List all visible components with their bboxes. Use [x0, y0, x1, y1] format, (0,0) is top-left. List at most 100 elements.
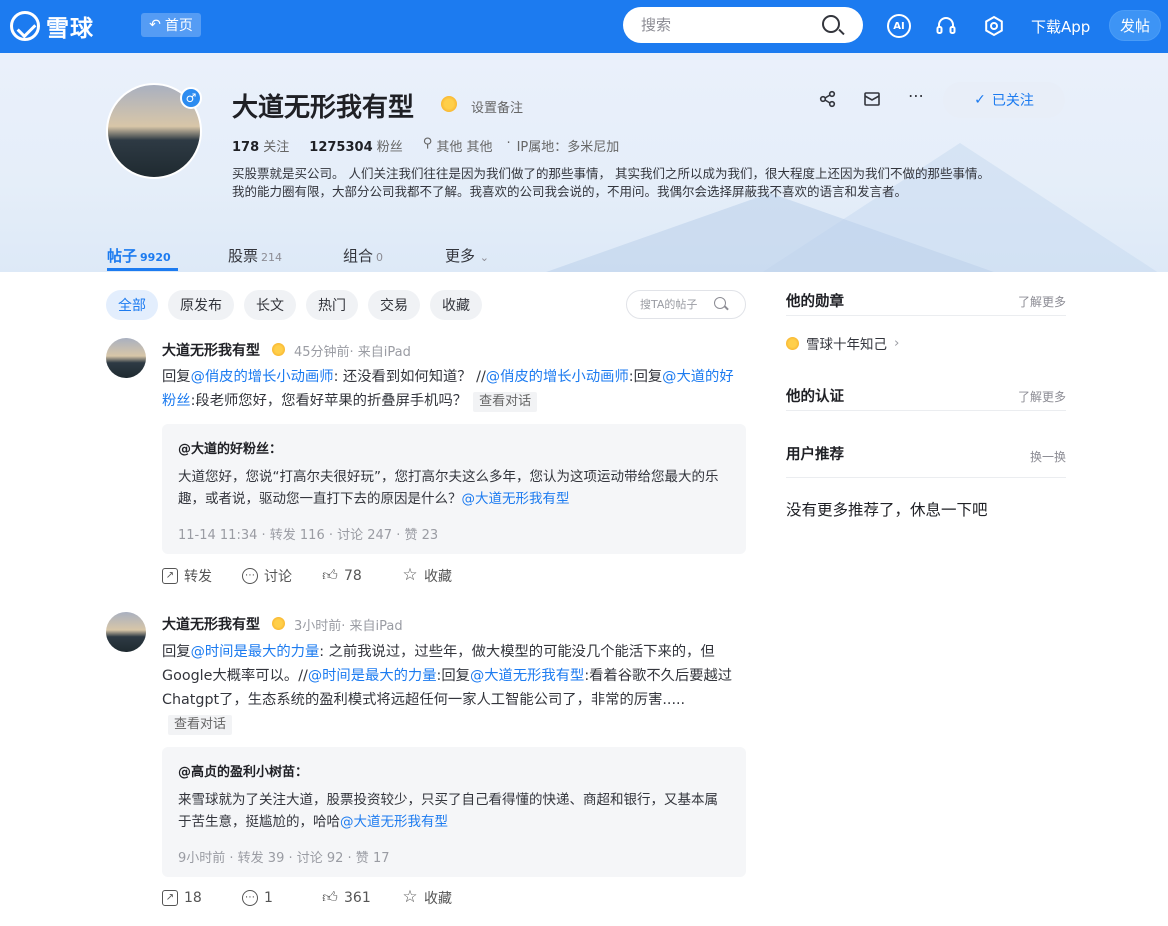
post-avatar[interactable]: [106, 338, 146, 378]
more-options-icon[interactable]: ⋯: [906, 86, 926, 106]
followed-button[interactable]: ✓ 已关注: [943, 82, 1065, 118]
quoted-post[interactable]: @高贞的盈利小树苗： 来雪球就为了关注大道，股票投资较少，只买了自己看得懂的快递…: [162, 747, 746, 877]
search-icon[interactable]: [822, 15, 840, 33]
like-button[interactable]: 👍︎ 78: [322, 566, 402, 586]
settings-gear-icon[interactable]: [982, 14, 1006, 38]
medals-learn-more[interactable]: 了解更多: [1018, 293, 1066, 310]
mention-link[interactable]: @时间是最大的力量: [308, 668, 437, 684]
divider: [786, 315, 1066, 316]
tab-portfolios[interactable]: 组合 0: [343, 245, 383, 266]
filter-hot[interactable]: 热门: [306, 290, 358, 320]
medal-name: 雪球十年知己: [806, 337, 887, 353]
location-pin-icon: ⚲: [422, 136, 433, 151]
post-text-part: :段老师您好，您看好苹果的折叠屏手机吗？: [190, 393, 468, 409]
quoted-post[interactable]: @大道的好粉丝： 大道您好，您说“打高尔夫很好玩”，您打高尔夫这么多年，您认为这…: [162, 424, 746, 554]
chevron-down-icon: ⌄: [479, 251, 490, 264]
ta-search-icon[interactable]: [714, 297, 726, 309]
comment-button[interactable]: ⋯ 1: [242, 888, 322, 908]
cert-learn-more[interactable]: 了解更多: [1018, 388, 1066, 405]
share-icon[interactable]: [818, 90, 838, 110]
message-icon[interactable]: [862, 90, 882, 110]
male-gender-icon: ♂: [180, 87, 202, 109]
profile-tabs: 帖子 9920 股票 214 组合 0 更多 ⌄: [0, 240, 1168, 272]
download-app-link[interactable]: 下载App: [1031, 16, 1090, 37]
following-count: 178: [232, 140, 260, 155]
medal-icon[interactable]: [441, 96, 457, 112]
headset-icon[interactable]: [934, 14, 958, 38]
profile-stats: 178 关注 1275304 粉丝 ⚲ 其他 其他 · IP属地： 多米尼加: [232, 136, 619, 155]
quote-author[interactable]: @大道的好粉丝：: [178, 438, 730, 457]
quote-author[interactable]: @高贞的盈利小树苗：: [178, 761, 730, 780]
followers-stat[interactable]: 1275304 粉丝: [309, 136, 402, 155]
quote-meta: 9小时前 · 转发 39 · 讨论 92 · 赞 17: [178, 851, 390, 866]
quote-text-body: 来雪球就为了关注大道，股票投资较少，只买了自己看得懂的快递、商超和银行，又基本属…: [178, 792, 718, 830]
tab-stocks[interactable]: 股票 214: [228, 245, 282, 266]
post-text-part: : 还没看到如何知道？ //: [333, 369, 486, 385]
filter-trade[interactable]: 交易: [368, 290, 420, 320]
quote-text: 大道您好，您说“打高尔夫很好玩”，您打高尔夫这么多年，您认为这项运动带给您最大的…: [178, 466, 730, 510]
refresh-recommend-button[interactable]: 换一换: [1030, 448, 1066, 465]
ai-assistant-icon[interactable]: AI: [887, 14, 911, 38]
like-count: 78: [344, 568, 362, 584]
repost-label: 转发: [184, 569, 212, 585]
divider: [786, 477, 1066, 478]
quote-text-body: 大道您好，您说“打高尔夫很好玩”，您打高尔夫这么多年，您认为这项运动带给您最大的…: [178, 469, 719, 507]
medal-item[interactable]: 雪球十年知己 ›: [786, 333, 899, 353]
ta-posts-search-input[interactable]: [626, 290, 746, 319]
following-stat[interactable]: 178 关注: [232, 136, 289, 155]
post-text-part: 回复: [162, 369, 191, 385]
profile-bio: 买股票就是买公司。 人们关注我们往往是因为我们做了的那些事情， 其实我们之所以成…: [232, 166, 990, 199]
home-label: 首页: [164, 18, 193, 34]
followers-label: 粉丝: [376, 140, 403, 155]
home-button[interactable]: ↶ 首页: [141, 13, 201, 37]
mention-link[interactable]: @大道无形我有型: [340, 814, 448, 830]
star-icon: ☆: [402, 565, 418, 585]
view-conversation-button[interactable]: 查看对话: [473, 392, 538, 412]
followed-label: 已关注: [991, 93, 1034, 109]
post-avatar[interactable]: [106, 612, 146, 652]
favorite-button[interactable]: ☆ 收藏: [402, 566, 482, 586]
location-text: 其他 其他: [436, 140, 493, 155]
favorite-button[interactable]: ☆ 收藏: [402, 888, 482, 908]
filter-long-article[interactable]: 长文: [244, 290, 296, 320]
tab-stocks-count: 214: [261, 251, 283, 264]
post-author[interactable]: 大道无形我有型: [162, 340, 260, 360]
ip-value: 多米尼加: [567, 140, 620, 155]
quote-meta: 11-14 11:34 · 转发 116 · 讨论 247 · 赞 23: [178, 528, 439, 543]
post-filters: 全部 原发布 长文 热门 交易 收藏: [106, 290, 482, 320]
repost-button[interactable]: ↗ 转发: [162, 566, 242, 586]
mention-link[interactable]: @俏皮的增长小动画师: [191, 369, 334, 385]
post-text-part: :回复: [436, 668, 470, 684]
filter-original[interactable]: 原发布: [168, 290, 234, 320]
like-button[interactable]: 👍︎ 361: [322, 888, 402, 908]
filter-favorites[interactable]: 收藏: [430, 290, 482, 320]
xueqiu-logo[interactable]: 雪球: [10, 10, 94, 42]
comment-button[interactable]: ⋯ 讨论: [242, 566, 322, 586]
tab-posts[interactable]: 帖子 9920: [107, 245, 171, 266]
post-text: 回复@时间是最大的力量: 之前我说过，过些年，做大模型的可能没几个能活下来的，但…: [162, 640, 746, 736]
profile-name: 大道无形我有型: [232, 93, 415, 123]
new-post-button[interactable]: 发帖: [1109, 10, 1161, 41]
logo-text: 雪球: [46, 16, 94, 42]
mention-link[interactable]: @大道无形我有型: [462, 491, 570, 507]
logo-icon: [10, 11, 40, 41]
tab-more[interactable]: 更多 ⌄: [445, 245, 489, 266]
tab-portfolios-label: 组合: [343, 247, 374, 265]
mention-link[interactable]: @俏皮的增长小动画师: [486, 369, 629, 385]
divider: [786, 410, 1066, 411]
set-note-link[interactable]: 设置备注: [471, 97, 523, 116]
quote-text: 来雪球就为了关注大道，股票投资较少，只买了自己看得懂的快递、商超和银行，又基本属…: [178, 789, 730, 833]
post-actions: ↗ 18 ⋯ 1 👍︎ 361 ☆ 收藏: [162, 888, 482, 908]
mention-link[interactable]: @大道无形我有型: [470, 668, 584, 684]
repost-button[interactable]: ↗ 18: [162, 888, 242, 908]
mention-link[interactable]: @时间是最大的力量: [191, 644, 320, 660]
view-conversation-button[interactable]: 查看对话: [168, 715, 233, 735]
post-author[interactable]: 大道无形我有型: [162, 614, 260, 634]
back-arrow-icon: ↶: [149, 17, 161, 33]
medal-icon: [272, 617, 285, 630]
chevron-right-icon: ›: [894, 335, 900, 351]
repost-count: 18: [184, 890, 202, 906]
thumbs-up-icon: 👍︎: [322, 888, 338, 906]
filter-all[interactable]: 全部: [106, 290, 158, 320]
no-recommendations-text: 没有更多推荐了，休息一下吧: [786, 501, 988, 519]
